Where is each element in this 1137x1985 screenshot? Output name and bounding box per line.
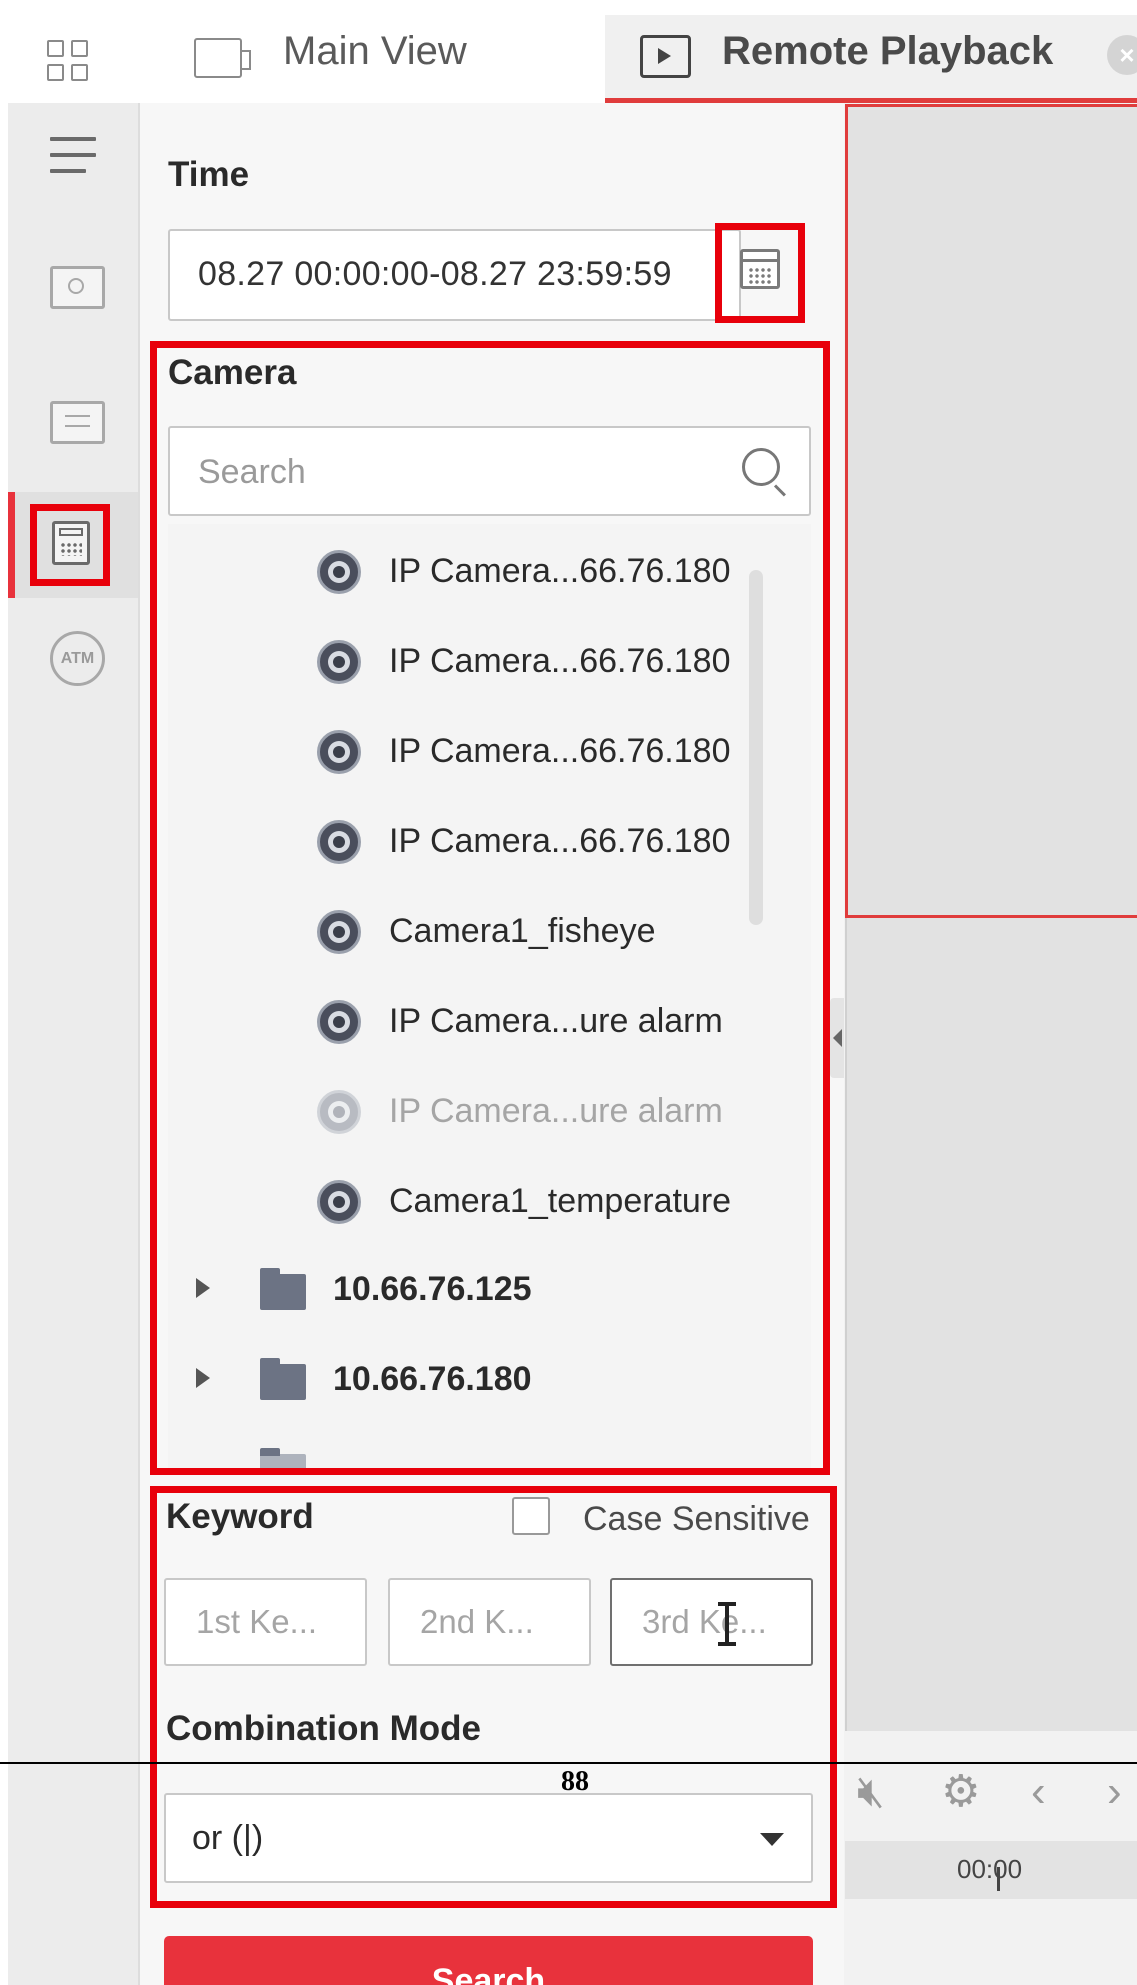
tree-camera-item[interactable]: IP Camera...ure alarm	[168, 982, 811, 1062]
keyword-input-2[interactable]	[390, 1580, 589, 1664]
playback-icon[interactable]	[50, 266, 105, 309]
camera-name: IP Camera...ure alarm	[389, 1002, 723, 1040]
tree-camera-item[interactable]: Camera1_temperature	[168, 1162, 811, 1242]
grid-icon	[71, 40, 88, 57]
tree-camera-item[interactable]: IP Camera...66.76.180	[168, 712, 811, 792]
main-view-icon	[194, 38, 251, 78]
chevron-left-icon[interactable]: ‹	[1031, 1770, 1046, 1814]
video-window-selected[interactable]	[845, 104, 1137, 918]
folder-icon	[260, 1358, 306, 1400]
camera-icon	[317, 820, 361, 864]
time-label: Time	[168, 155, 250, 194]
case-sensitive-label: Case Sensitive	[583, 1500, 810, 1538]
timeline-cursor	[997, 1867, 1000, 1891]
tab-label: Main View	[283, 29, 467, 73]
tab-bar: Main View Remote Playback ×	[8, 15, 1137, 103]
folder-icon	[260, 1448, 306, 1468]
expand-caret-icon[interactable]	[196, 1368, 210, 1388]
keyword-input-1[interactable]	[166, 1580, 365, 1664]
folder-name: 10.66.76.180	[333, 1360, 532, 1398]
playback-control-bar: 🔇︎ ⚙︎ ‹ ›	[845, 1745, 1137, 1841]
module-grid-button[interactable]	[8, 15, 142, 103]
calendar-icon	[740, 249, 780, 289]
folder-name: 10.66.76.125	[333, 1270, 532, 1308]
search-icon[interactable]	[742, 448, 780, 486]
tab-remote-playback[interactable]: Remote Playback ×	[605, 15, 1137, 103]
expand-caret-icon[interactable]	[196, 1278, 210, 1298]
camera-label: Camera	[168, 353, 297, 392]
tree-camera-item[interactable]: IP Camera...66.76.180	[168, 802, 811, 882]
camera-search-field[interactable]	[168, 426, 811, 516]
keyword-input-3[interactable]	[612, 1580, 811, 1664]
grid-icon	[47, 64, 64, 81]
camera-icon	[317, 550, 361, 594]
search-input[interactable]	[198, 450, 718, 494]
combination-mode-value: or (|)	[192, 1819, 264, 1857]
tree-camera-item[interactable]: Camera1_fisheye	[168, 892, 811, 972]
left-rail: ATM	[8, 103, 138, 1985]
tab-label: Remote Playback	[722, 29, 1054, 73]
keyword-field-3[interactable]	[610, 1578, 813, 1666]
camera-name: Camera1_fisheye	[389, 912, 656, 950]
adjust-icon[interactable]: ⚙︎	[941, 1770, 980, 1814]
keyword-label: Keyword	[166, 1497, 314, 1536]
grid-icon	[71, 64, 88, 81]
camera-tree[interactable]: IP Camera...66.76.180 IP Camera...66.76.…	[168, 524, 811, 1468]
folder-icon	[260, 1268, 306, 1310]
camera-name: Camera1_temperature	[389, 1182, 732, 1220]
mute-icon[interactable]: 🔇︎	[857, 1770, 885, 1814]
camera-name: IP Camera...66.76.180	[389, 822, 731, 860]
camera-name: IP Camera...66.76.180	[389, 732, 731, 770]
time-range-field[interactable]: 08.27 00:00:00-08.27 23:59:59	[168, 229, 741, 321]
calendar-button[interactable]	[715, 223, 805, 323]
close-tab-icon[interactable]: ×	[1107, 35, 1137, 75]
atm-icon[interactable]: ATM	[50, 631, 105, 686]
combination-mode-select[interactable]: or (|)	[164, 1793, 813, 1883]
pos-icon	[52, 521, 90, 565]
case-sensitive-checkbox[interactable]	[512, 1497, 550, 1535]
text-cursor-icon	[718, 1602, 736, 1646]
timeline[interactable]: 00:00	[845, 1841, 1137, 1899]
tree-camera-item[interactable]: IP Camera...66.76.180	[168, 532, 811, 612]
camera-name: IP Camera...66.76.180	[389, 552, 731, 590]
camera-icon	[317, 1000, 361, 1044]
tree-folder-item-partial[interactable]	[168, 1432, 811, 1468]
search-button[interactable]: Search	[164, 1936, 813, 1985]
playback-icon	[640, 35, 691, 78]
camera-offline-icon	[317, 1090, 361, 1134]
tree-camera-item-offline[interactable]: IP Camera...ure alarm	[168, 1072, 811, 1152]
search-panel: Time 08.27 00:00:00-08.27 23:59:59 Camer…	[138, 103, 846, 1985]
menu-icon[interactable]	[50, 137, 96, 185]
chevron-right-icon[interactable]: ›	[1107, 1770, 1122, 1814]
tree-folder-item[interactable]: 10.66.76.180	[168, 1342, 811, 1422]
tree-scrollbar[interactable]	[749, 570, 763, 925]
active-indicator	[8, 492, 15, 598]
camera-icon	[317, 640, 361, 684]
timeline-time: 00:00	[957, 1854, 1023, 1884]
highlight-box	[30, 504, 110, 586]
camera-name: IP Camera...ure alarm	[389, 1092, 723, 1130]
tree-folder-item[interactable]: 10.66.76.125	[168, 1252, 811, 1332]
grid-icon	[47, 40, 64, 57]
combination-mode-label: Combination Mode	[166, 1709, 481, 1748]
camera-name: IP Camera...66.76.180	[389, 642, 731, 680]
video-window[interactable]	[845, 918, 1137, 1731]
page-number: 88	[561, 1766, 589, 1797]
tree-camera-item[interactable]: IP Camera...66.76.180	[168, 622, 811, 702]
rail-item-pos[interactable]	[8, 492, 138, 598]
camera-icon	[317, 910, 361, 954]
log-icon[interactable]	[50, 401, 105, 444]
tab-main-view[interactable]: Main View	[142, 15, 605, 103]
camera-icon	[317, 730, 361, 774]
time-range-value: 08.27 00:00:00-08.27 23:59:59	[198, 255, 672, 293]
keyword-field-2[interactable]	[388, 1578, 591, 1666]
page-divider	[0, 1762, 1137, 1764]
keyword-field-1[interactable]	[164, 1578, 367, 1666]
chevron-down-icon	[760, 1833, 784, 1846]
camera-icon	[317, 1180, 361, 1224]
